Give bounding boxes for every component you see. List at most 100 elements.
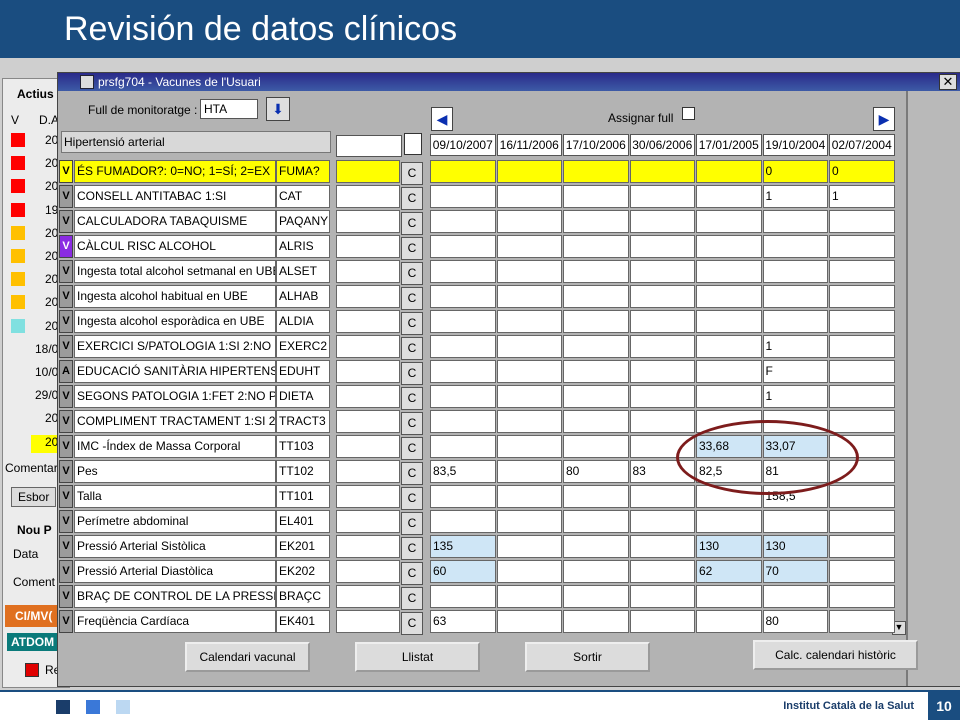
table-cell[interactable] (696, 185, 762, 208)
table-cell[interactable] (762, 210, 828, 233)
row-flag[interactable]: A (59, 360, 73, 383)
row-flag[interactable]: V (59, 585, 73, 608)
table-cell[interactable] (563, 510, 629, 533)
row-flag[interactable]: V (59, 485, 73, 508)
table-cell[interactable]: 80 (563, 460, 629, 483)
table-cell[interactable] (829, 585, 895, 608)
list-button[interactable]: Llistat (355, 642, 480, 672)
table-cell[interactable] (563, 410, 629, 433)
table-cell[interactable] (696, 160, 762, 183)
row-entry-field[interactable] (336, 235, 400, 258)
table-cell[interactable]: F (762, 360, 828, 383)
new-column-field[interactable] (336, 135, 402, 157)
row-c-button[interactable]: C (401, 337, 423, 360)
row-flag[interactable]: V (59, 535, 73, 558)
row-flag[interactable]: V (59, 235, 73, 258)
row-flag[interactable]: V (59, 610, 73, 633)
table-cell[interactable]: 1 (762, 385, 828, 408)
row-c-button[interactable]: C (401, 537, 423, 560)
table-cell[interactable] (829, 210, 895, 233)
table-cell[interactable] (629, 510, 695, 533)
table-cell[interactable] (696, 285, 762, 308)
table-cell[interactable] (563, 610, 629, 633)
row-entry-field[interactable] (336, 610, 400, 633)
table-cell[interactable] (629, 360, 695, 383)
table-cell[interactable] (629, 335, 695, 358)
table-cell[interactable] (629, 160, 695, 183)
table-cell[interactable] (696, 335, 762, 358)
table-cell[interactable] (563, 285, 629, 308)
row-parameter-name[interactable]: EDUCACIÓ SANITÀRIA HIPERTENSIÓ (74, 360, 276, 383)
table-cell[interactable] (496, 210, 562, 233)
row-entry-field[interactable] (336, 335, 400, 358)
row-entry-field[interactable] (336, 585, 400, 608)
table-cell[interactable] (563, 435, 629, 458)
table-cell[interactable] (430, 310, 496, 333)
table-cell[interactable] (496, 310, 562, 333)
date-column-header[interactable]: 17/10/2006 (563, 134, 629, 156)
list-item-date[interactable]: 29/0 (35, 388, 58, 402)
exit-button[interactable]: Sortir (525, 642, 650, 672)
row-entry-field[interactable] (336, 535, 400, 558)
table-cell[interactable] (762, 235, 828, 258)
date-column-header[interactable]: 09/10/2007 (430, 134, 496, 156)
row-entry-field[interactable] (336, 210, 400, 233)
table-cell[interactable] (430, 160, 496, 183)
table-cell[interactable] (696, 260, 762, 283)
row-parameter-name[interactable]: BRAÇ DE CONTROL DE LA PRESSIÓ (74, 585, 276, 608)
table-cell[interactable] (563, 210, 629, 233)
date-column-header[interactable]: 17/01/2005 (696, 134, 762, 156)
table-cell[interactable] (629, 310, 695, 333)
table-cell[interactable]: 63 (430, 610, 496, 633)
table-cell[interactable] (496, 535, 562, 558)
table-cell[interactable] (829, 410, 895, 433)
table-cell[interactable] (563, 335, 629, 358)
row-c-button[interactable]: C (401, 412, 423, 435)
table-cell[interactable] (829, 310, 895, 333)
table-cell[interactable] (563, 585, 629, 608)
row-c-button[interactable]: C (401, 287, 423, 310)
row-flag[interactable]: V (59, 310, 73, 333)
new-document-icon[interactable] (404, 133, 422, 155)
table-cell[interactable] (496, 260, 562, 283)
table-cell[interactable] (829, 360, 895, 383)
row-parameter-name[interactable]: Ingesta total alcohol setmanal en UBE (74, 260, 276, 283)
row-parameter-name[interactable]: Pressió Arterial Sistòlica (74, 535, 276, 558)
historical-calendar-button[interactable]: Calc. calendari històric (753, 640, 918, 670)
row-flag[interactable]: V (59, 160, 73, 183)
date-column-header[interactable]: 02/07/2004 (829, 134, 895, 156)
date-column-header[interactable]: 30/06/2006 (629, 134, 695, 156)
row-parameter-name[interactable]: Freqüència Cardíaca (74, 610, 276, 633)
table-cell[interactable] (496, 510, 562, 533)
row-c-button[interactable]: C (401, 212, 423, 235)
table-cell[interactable] (629, 610, 695, 633)
table-cell[interactable] (430, 510, 496, 533)
table-cell[interactable] (496, 285, 562, 308)
row-parameter-name[interactable]: SEGONS PATOLOGIA 1:FET 2:NO PR (74, 385, 276, 408)
table-cell[interactable] (496, 185, 562, 208)
table-cell[interactable]: 1 (829, 185, 895, 208)
row-parameter-name[interactable]: COMPLIMENT TRACTAMENT 1:SI 2:N (74, 410, 276, 433)
table-cell[interactable]: 83,5 (430, 460, 496, 483)
table-cell[interactable]: 80 (762, 610, 828, 633)
table-cell[interactable] (696, 385, 762, 408)
table-cell[interactable] (829, 610, 895, 633)
row-c-button[interactable]: C (401, 262, 423, 285)
row-entry-field[interactable] (336, 460, 400, 483)
row-flag[interactable]: V (59, 510, 73, 533)
row-entry-field[interactable] (336, 410, 400, 433)
table-cell[interactable] (496, 560, 562, 583)
date-column-header[interactable]: 19/10/2004 (762, 134, 828, 156)
table-cell[interactable] (430, 410, 496, 433)
table-cell[interactable]: 60 (430, 560, 496, 583)
row-entry-field[interactable] (336, 360, 400, 383)
row-entry-field[interactable] (336, 510, 400, 533)
close-icon[interactable]: ✕ (939, 74, 957, 90)
table-cell[interactable] (430, 435, 496, 458)
table-cell[interactable] (496, 360, 562, 383)
row-entry-field[interactable] (336, 435, 400, 458)
table-cell[interactable] (563, 260, 629, 283)
table-cell[interactable]: 130 (762, 535, 828, 558)
table-cell[interactable]: 0 (762, 160, 828, 183)
table-cell[interactable] (829, 235, 895, 258)
